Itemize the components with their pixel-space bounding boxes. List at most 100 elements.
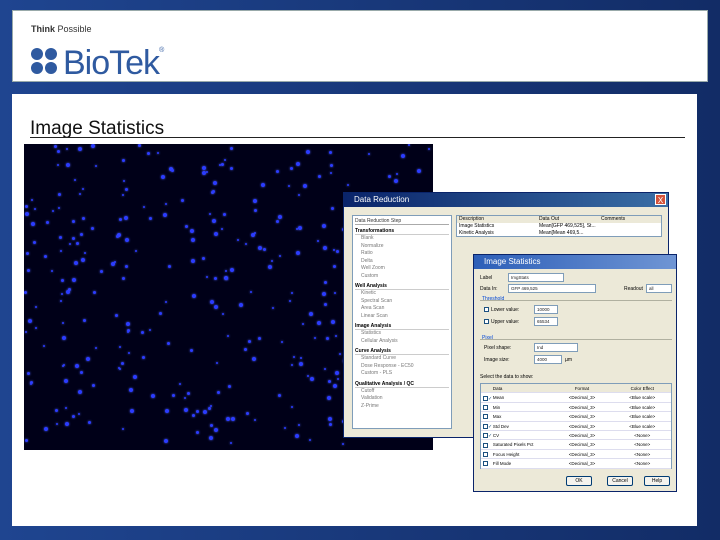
step-item[interactable]: Area Scan bbox=[355, 305, 449, 313]
cell-dot bbox=[62, 322, 64, 324]
cell-dot bbox=[61, 279, 64, 282]
row-checkbox[interactable] bbox=[481, 450, 491, 458]
cell-dot bbox=[307, 375, 309, 377]
statistics-table[interactable]: Data Format Color Effect ✓ Mean <Decimal_3… bbox=[480, 383, 672, 469]
cell-dot bbox=[82, 188, 84, 190]
upper-value-input[interactable]: 65534 bbox=[534, 317, 558, 326]
step-item[interactable]: Custom - PLS bbox=[355, 370, 449, 378]
cell-dot bbox=[217, 391, 220, 394]
row-checkbox[interactable] bbox=[481, 440, 491, 448]
row-checkbox[interactable] bbox=[481, 412, 491, 420]
cell-dot bbox=[326, 337, 329, 340]
cell-dot bbox=[428, 148, 430, 150]
cell-dot bbox=[25, 212, 29, 216]
table-row[interactable]: Image Statistics Mean[GFP 469,525], St..… bbox=[457, 223, 661, 230]
cell-dot bbox=[26, 252, 29, 255]
image-size-label: Image size: bbox=[484, 357, 510, 363]
table-row[interactable]: Max <Decimal_3> <Blue scale> bbox=[481, 412, 671, 422]
cell-dot bbox=[72, 220, 75, 223]
step-item[interactable]: Normalize bbox=[355, 243, 449, 251]
cell-dot bbox=[81, 258, 85, 262]
lower-value-checkbox[interactable]: Lower value: bbox=[484, 307, 519, 313]
step-item[interactable]: Validation bbox=[355, 395, 449, 403]
cell-dot bbox=[191, 259, 195, 263]
step-item[interactable]: Well Zoom bbox=[355, 265, 449, 273]
row-color-effect: <Blue scale> bbox=[629, 395, 656, 401]
row-format: <Decimal_3> bbox=[568, 414, 596, 420]
cell-dot bbox=[60, 250, 62, 252]
cell-dot bbox=[237, 239, 239, 241]
cell-dot bbox=[133, 375, 137, 379]
step-item[interactable]: Dose Response - EC50 bbox=[355, 363, 449, 371]
help-button[interactable]: Help bbox=[644, 476, 670, 486]
cell-dot bbox=[61, 293, 63, 295]
cell-dot bbox=[333, 249, 335, 251]
table-row[interactable]: ✓ Std Dev <Decimal_3> <Blue scale> bbox=[481, 422, 671, 431]
steps-header: Data Reduction Step bbox=[355, 218, 449, 225]
table-row[interactable]: Min <Decimal_3> <Blue scale> bbox=[481, 403, 671, 413]
step-item[interactable]: Spectral Scan bbox=[355, 298, 449, 306]
table-row[interactable]: Saturated Pixels Pct <Decimal_3> <None> bbox=[481, 440, 671, 450]
step-item[interactable]: Custom bbox=[355, 273, 449, 281]
upper-value-checkbox[interactable]: Upper value: bbox=[484, 319, 519, 325]
cell-dot bbox=[331, 207, 334, 210]
cell-dot bbox=[181, 199, 184, 202]
step-item[interactable]: Z-Prime bbox=[355, 403, 449, 411]
cell-dot bbox=[27, 269, 30, 272]
cell-dot bbox=[214, 277, 217, 280]
label-input[interactable]: ImgStats bbox=[508, 273, 564, 282]
image-size-input[interactable]: 4000 bbox=[534, 355, 562, 364]
cell-dot bbox=[78, 390, 82, 394]
cell-dot bbox=[147, 152, 150, 155]
row-format: <Decimal_3> bbox=[568, 432, 596, 438]
cell-dot bbox=[208, 407, 211, 410]
cell-dot bbox=[210, 300, 214, 304]
cell-dot bbox=[151, 394, 155, 398]
step-item[interactable]: Standard Curve bbox=[355, 355, 449, 363]
table-row[interactable]: ✓ Mean <Decimal_3> <Blue scale> bbox=[481, 393, 671, 403]
step-item[interactable]: Cellular Analysis bbox=[355, 338, 449, 346]
row-checkbox[interactable] bbox=[481, 403, 491, 411]
cell-dot bbox=[323, 246, 327, 250]
step-item[interactable]: Blank bbox=[355, 235, 449, 243]
cancel-button[interactable]: Cancel bbox=[607, 476, 633, 486]
registered-mark: ® bbox=[159, 47, 165, 54]
data-in-select[interactable]: GFP 469,525 bbox=[508, 284, 596, 293]
table-row[interactable]: Kinetic Analysis Mean[Mean 469,5... bbox=[457, 230, 661, 237]
step-item[interactable]: Delta bbox=[355, 258, 449, 266]
cell-dot bbox=[281, 341, 283, 343]
table-row[interactable]: Fill Mode <Decimal_3> <None> bbox=[481, 459, 671, 469]
cell-dot bbox=[164, 439, 168, 443]
ok-button[interactable]: OK bbox=[566, 476, 592, 486]
step-item[interactable]: Ratio bbox=[355, 250, 449, 258]
cell-dot bbox=[55, 409, 58, 412]
table-row[interactable]: Focus Height <Decimal_3> <None> bbox=[481, 450, 671, 460]
cell-dot bbox=[239, 303, 243, 307]
reduction-steps-list[interactable]: Data Reduction Step Transformations Blank… bbox=[352, 215, 452, 429]
readout-select[interactable]: all bbox=[646, 284, 672, 293]
cell-dot bbox=[317, 321, 321, 325]
cell-dot bbox=[171, 169, 174, 172]
cell-dot bbox=[165, 203, 167, 205]
pixel-shape-select[interactable]: Ind bbox=[534, 343, 578, 352]
row-checkbox[interactable]: ✓ bbox=[481, 422, 492, 430]
cell-dot bbox=[206, 171, 208, 173]
cell-dot bbox=[214, 305, 218, 309]
cell-dot bbox=[168, 265, 171, 268]
step-item[interactable]: Linear Scan bbox=[355, 313, 449, 321]
cell-dot bbox=[288, 185, 290, 187]
cell-dot bbox=[74, 179, 76, 181]
cell-dot bbox=[125, 188, 128, 191]
row-checkbox[interactable]: ✓ bbox=[481, 393, 492, 401]
step-item[interactable]: Cutoff bbox=[355, 388, 449, 396]
lower-value-input[interactable]: 10000 bbox=[534, 305, 558, 314]
step-item[interactable]: Statistics bbox=[355, 330, 449, 338]
close-button[interactable]: X bbox=[655, 194, 666, 205]
step-item[interactable]: Kinetic bbox=[355, 290, 449, 298]
cell-dot bbox=[124, 216, 128, 220]
cell-dot bbox=[306, 150, 310, 154]
table-row[interactable]: ✓ CV <Decimal_3> <None> bbox=[481, 431, 671, 441]
reduction-table[interactable]: Description Data Out Comments Image Stat… bbox=[456, 215, 662, 237]
row-checkbox[interactable]: ✓ bbox=[481, 431, 492, 439]
row-checkbox[interactable] bbox=[481, 459, 491, 467]
